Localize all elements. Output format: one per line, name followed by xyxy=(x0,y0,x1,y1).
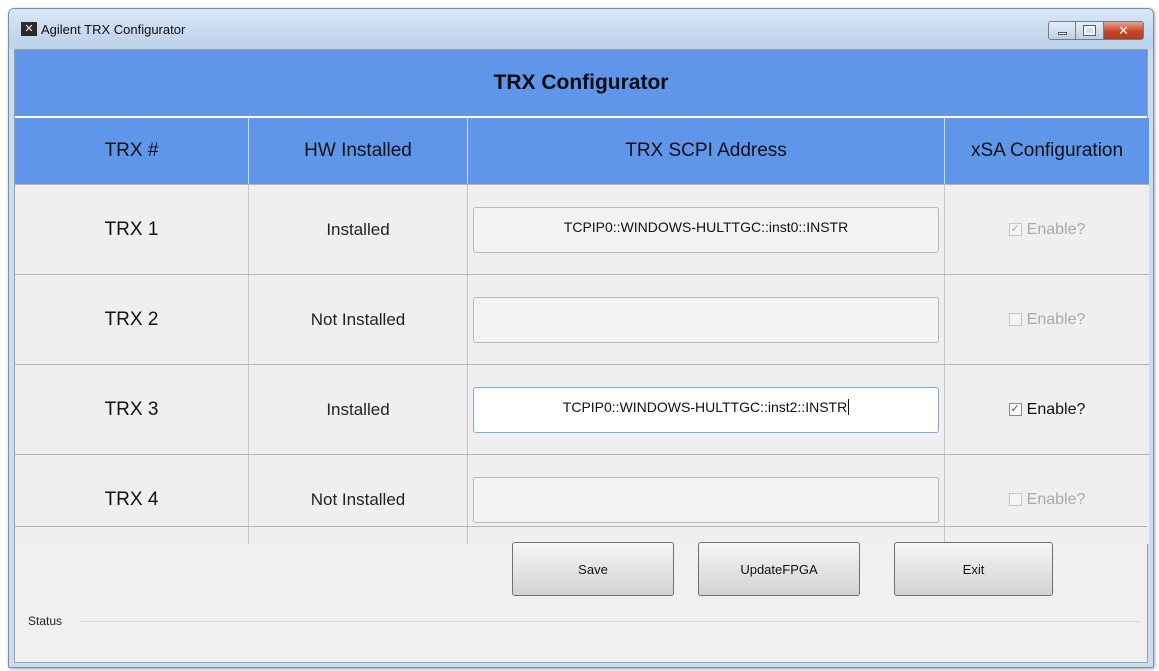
hw-cell: Not Installed xyxy=(249,455,468,544)
trx-cell: TRX 1 xyxy=(15,185,249,274)
hw-cell: Installed xyxy=(249,185,468,274)
hw-cell: Not Installed xyxy=(249,275,468,364)
title-bar[interactable]: ✕ Agilent TRX Configurator ✕ xyxy=(9,9,1153,49)
minimize-button[interactable] xyxy=(1048,21,1076,40)
maximize-icon xyxy=(1083,25,1096,36)
hw-status: Installed xyxy=(326,399,390,419)
close-button[interactable]: ✕ xyxy=(1104,21,1144,40)
table-row: TRX 4 Not Installed Enable? xyxy=(15,454,1149,544)
status-divider xyxy=(79,621,1141,622)
trx-label: TRX 2 xyxy=(104,308,159,330)
close-icon: ✕ xyxy=(1118,22,1129,38)
client-area: TRX Configurator TRX # HW Installed TRX … xyxy=(14,49,1149,663)
xsa-cell: ✓ Enable? xyxy=(945,185,1149,274)
trx-label: TRX 3 xyxy=(104,398,159,420)
page-title: TRX Configurator xyxy=(493,71,669,94)
table-row: TRX 1 Installed TCPIP0::WINDOWS-HULTTGC:… xyxy=(15,184,1149,274)
column-header-scpi-address: TRX SCPI Address xyxy=(468,118,945,184)
column-header-trx: TRX # xyxy=(15,118,249,184)
address-cell xyxy=(468,455,945,544)
enable-label: Enable? xyxy=(1026,400,1086,418)
trx-label: TRX 4 xyxy=(104,488,159,510)
minimize-icon xyxy=(1057,32,1067,35)
enable-checkbox[interactable]: Enable? xyxy=(1008,310,1086,329)
column-header-hw-installed: HW Installed xyxy=(249,118,468,184)
hw-status: Installed xyxy=(326,219,390,239)
scpi-address-field[interactable]: TCPIP0::WINDOWS-HULTTGC::inst2::INSTR xyxy=(473,386,939,433)
xsa-cell: Enable? xyxy=(945,275,1149,364)
update-fpga-button[interactable]: UpdateFPGA xyxy=(698,542,860,596)
hw-status: Not Installed xyxy=(310,309,406,329)
checkbox-box xyxy=(1008,493,1022,506)
checkbox-box xyxy=(1008,313,1022,326)
address-cell xyxy=(468,275,945,364)
scpi-address-field[interactable] xyxy=(473,296,939,343)
enable-label: Enable? xyxy=(1026,490,1086,508)
enable-checkbox[interactable]: ✓ Enable? xyxy=(1008,220,1086,239)
trx-label: TRX 1 xyxy=(104,218,159,240)
column-header-xsa-configuration: xSA Configuration xyxy=(970,140,1124,161)
enable-checkbox[interactable]: ✓ Enable? xyxy=(1008,400,1086,419)
status-label: Status xyxy=(28,614,63,628)
enable-checkbox[interactable]: Enable? xyxy=(1008,490,1086,509)
maximize-button[interactable] xyxy=(1076,21,1104,40)
scpi-address-field[interactable] xyxy=(473,476,939,523)
table-row: TRX 3 Installed TCPIP0::WINDOWS-HULTTGC:… xyxy=(15,364,1149,454)
trx-cell: TRX 3 xyxy=(15,365,249,454)
hw-status: Not Installed xyxy=(310,489,406,509)
table-header: TRX # HW Installed TRX SCPI Address xSA … xyxy=(15,118,1149,184)
app-window: ✕ Agilent TRX Configurator ✕ TRX Configu… xyxy=(8,8,1154,668)
checkbox-box: ✓ xyxy=(1008,403,1022,416)
enable-label: Enable? xyxy=(1026,310,1086,328)
scpi-address-field[interactable]: TCPIP0::WINDOWS-HULTTGC::inst0::INSTR xyxy=(473,206,939,253)
header-band: TRX Configurator xyxy=(15,50,1147,118)
xsa-cell: ✓ Enable? xyxy=(945,365,1149,454)
xsa-cell: Enable? xyxy=(945,455,1149,544)
window-controls: ✕ xyxy=(1048,21,1144,40)
table-row: TRX 2 Not Installed Enable? xyxy=(15,274,1149,364)
app-icon: ✕ xyxy=(21,22,37,36)
text-caret xyxy=(848,398,850,415)
exit-button[interactable]: Exit xyxy=(894,542,1053,596)
save-button[interactable]: Save xyxy=(512,542,674,596)
hw-cell: Installed xyxy=(249,365,468,454)
enable-label: Enable? xyxy=(1026,220,1086,238)
address-cell: TCPIP0::WINDOWS-HULTTGC::inst0::INSTR xyxy=(468,185,945,274)
address-cell: TCPIP0::WINDOWS-HULTTGC::inst2::INSTR xyxy=(468,365,945,454)
scpi-address-value: TCPIP0::WINDOWS-HULTTGC::inst2::INSTR xyxy=(562,398,848,415)
table-bottom-divider xyxy=(15,526,1147,527)
checkbox-box: ✓ xyxy=(1008,223,1022,236)
trx-cell: TRX 4 xyxy=(15,455,249,544)
window-title: Agilent TRX Configurator xyxy=(41,22,186,37)
scpi-address-value: TCPIP0::WINDOWS-HULTTGC::inst0::INSTR xyxy=(563,218,849,235)
trx-cell: TRX 2 xyxy=(15,275,249,364)
trx-table: TRX # HW Installed TRX SCPI Address xSA … xyxy=(15,118,1149,544)
